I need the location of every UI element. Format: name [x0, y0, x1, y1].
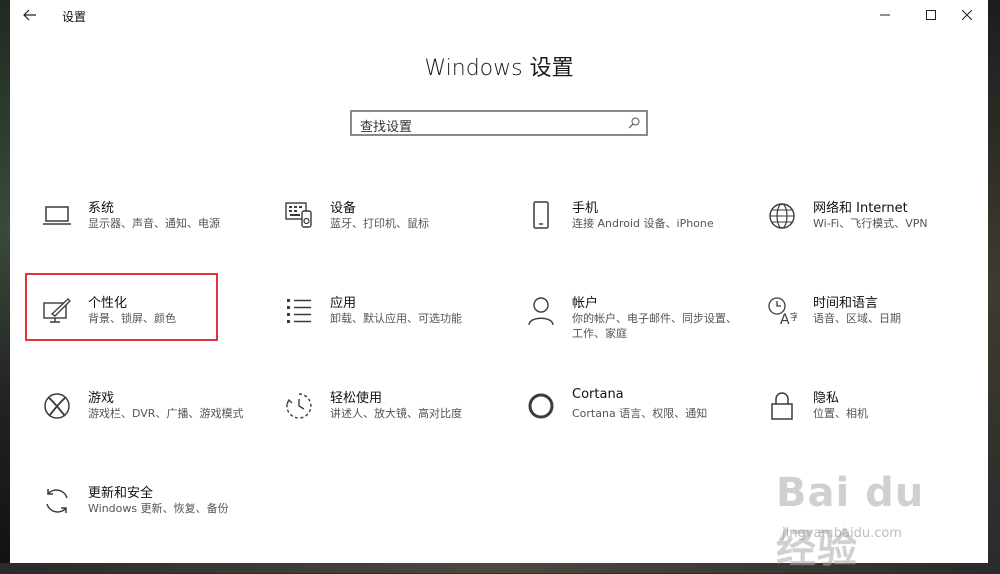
tile-title: 游戏	[88, 391, 115, 406]
time-language-icon: A字	[765, 294, 799, 328]
watermark-url: jingyan.baidu.com	[782, 526, 902, 541]
tile-title: 更新和安全	[88, 486, 154, 501]
desktop-background-left	[0, 0, 10, 573]
back-button[interactable]	[16, 2, 44, 28]
back-arrow-icon	[23, 9, 36, 21]
phone-icon	[524, 199, 558, 233]
tile-title: 隐私	[813, 391, 840, 406]
tile-title: Cortana	[572, 387, 624, 402]
tile-ease-of-access[interactable]: 轻松使用 讲述人、放大镜、高对比度	[272, 387, 502, 457]
tile-title: 手机	[572, 201, 599, 216]
tile-time-language[interactable]: A字 时间和语言 语音、区域、日期	[755, 292, 985, 362]
title-bar: 设置	[10, 0, 988, 30]
keyboard-icon	[282, 199, 316, 233]
tile-desc: Wi-Fi、飞行模式、VPN	[813, 217, 928, 230]
tile-update-security[interactable]: 更新和安全 Windows 更新、恢复、备份	[30, 482, 260, 552]
tile-accounts[interactable]: 帐户 你的帐户、电子邮件、同步设置、工作、家庭	[514, 292, 744, 362]
tile-cortana[interactable]: Cortana Cortana 语言、权限、通知	[514, 387, 744, 457]
xbox-icon	[40, 389, 74, 423]
search-icon[interactable]	[628, 117, 640, 129]
tile-network[interactable]: 网络和 Internet Wi-Fi、飞行模式、VPN	[755, 197, 985, 267]
settings-window: 设置 Windows 设置 查找设置 系统 显示器、声音、通知、电源 设备 蓝牙…	[10, 0, 988, 572]
baidu-watermark: Bai du 经验 jingyan.baidu.com	[770, 470, 970, 572]
tile-phone[interactable]: 手机 连接 Android 设备、iPhone	[514, 197, 744, 267]
tile-gaming[interactable]: 游戏 游戏栏、DVR、广播、游戏模式	[30, 387, 260, 457]
tile-desc: 位置、相机	[813, 407, 868, 420]
person-icon	[524, 294, 558, 328]
tile-desc: 讲述人、放大镜、高对比度	[330, 407, 462, 420]
tile-devices[interactable]: 设备 蓝牙、打印机、鼠标	[272, 197, 502, 267]
tile-title: 应用	[330, 296, 357, 311]
maximize-icon	[926, 10, 936, 20]
minimize-icon	[880, 14, 890, 16]
lock-icon	[765, 389, 799, 423]
tile-apps[interactable]: 应用 卸载、默认应用、可选功能	[272, 292, 502, 362]
tile-desc: 蓝牙、打印机、鼠标	[330, 217, 429, 230]
tile-desc: 卸载、默认应用、可选功能	[330, 312, 462, 325]
watermark-logo: Bai du 经验	[776, 470, 925, 572]
tile-system[interactable]: 系统 显示器、声音、通知、电源	[30, 197, 260, 267]
tile-title: 时间和语言	[813, 296, 879, 311]
highlight-box	[25, 273, 218, 341]
tile-title: 轻松使用	[330, 391, 383, 406]
tile-desc: 连接 Android 设备、iPhone	[572, 217, 714, 230]
tile-title: 系统	[88, 201, 115, 216]
tile-title: 设备	[330, 201, 357, 216]
minimize-button[interactable]	[862, 0, 908, 30]
tile-title: 网络和 Internet	[813, 201, 908, 216]
cortana-icon	[524, 389, 558, 423]
sync-icon	[40, 484, 74, 518]
tile-desc: Cortana 语言、权限、通知	[572, 407, 708, 420]
page-title: Windows 设置	[424, 56, 574, 81]
search-placeholder: 查找设置	[360, 120, 413, 135]
search-input[interactable]: 查找设置	[350, 110, 648, 136]
app-list-icon	[282, 294, 316, 328]
tile-desc: 你的帐户、电子邮件、同步设置、工作、家庭	[572, 312, 737, 340]
tile-desc: 游戏栏、DVR、广播、游戏模式	[88, 407, 244, 420]
svg-text:字: 字	[790, 311, 797, 323]
svg-text:A: A	[780, 312, 790, 326]
desktop-background-right	[988, 0, 1000, 573]
tile-desc: Windows 更新、恢复、备份	[88, 502, 229, 515]
close-button[interactable]	[944, 0, 990, 30]
close-icon	[962, 10, 972, 20]
tile-title: 帐户	[572, 296, 599, 311]
tile-desc: 显示器、声音、通知、电源	[88, 217, 220, 230]
laptop-icon	[40, 199, 74, 233]
tile-privacy[interactable]: 隐私 位置、相机	[755, 387, 985, 457]
ease-of-access-icon	[282, 389, 316, 423]
app-title: 设置	[62, 10, 87, 24]
globe-icon	[765, 199, 799, 233]
tile-desc: 语音、区域、日期	[813, 312, 901, 325]
